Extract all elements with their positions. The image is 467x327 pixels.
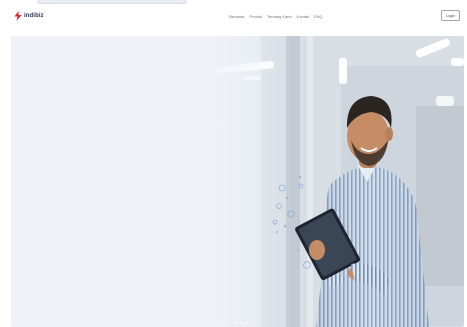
hero-image <box>11 36 464 327</box>
nav-item-tentang-kami[interactable]: Tentang Kami <box>267 14 291 19</box>
carousel-dots <box>235 322 247 324</box>
nav-item-produk[interactable]: Produk <box>249 14 262 19</box>
carousel-dot-2[interactable] <box>240 322 242 324</box>
hero-banner[interactable] <box>11 36 464 327</box>
login-button[interactable]: Login <box>441 10 460 21</box>
nav-item-kontak[interactable]: Kontak <box>297 14 309 19</box>
logo-bolt-icon <box>14 11 22 21</box>
main-nav: Beranda Produk Tentang Kami Kontak FAQ <box>229 14 322 19</box>
brand-logo[interactable]: indibiz <box>14 11 44 21</box>
nav-item-faq[interactable]: FAQ <box>314 14 322 19</box>
carousel-dot-1[interactable] <box>235 322 237 324</box>
nav-item-beranda[interactable]: Beranda <box>229 14 244 19</box>
carousel-dot-3[interactable] <box>245 322 247 324</box>
logo-text: indibiz <box>24 13 44 19</box>
site-header: indibiz Beranda Produk Tentang Kami Kont… <box>0 4 467 28</box>
